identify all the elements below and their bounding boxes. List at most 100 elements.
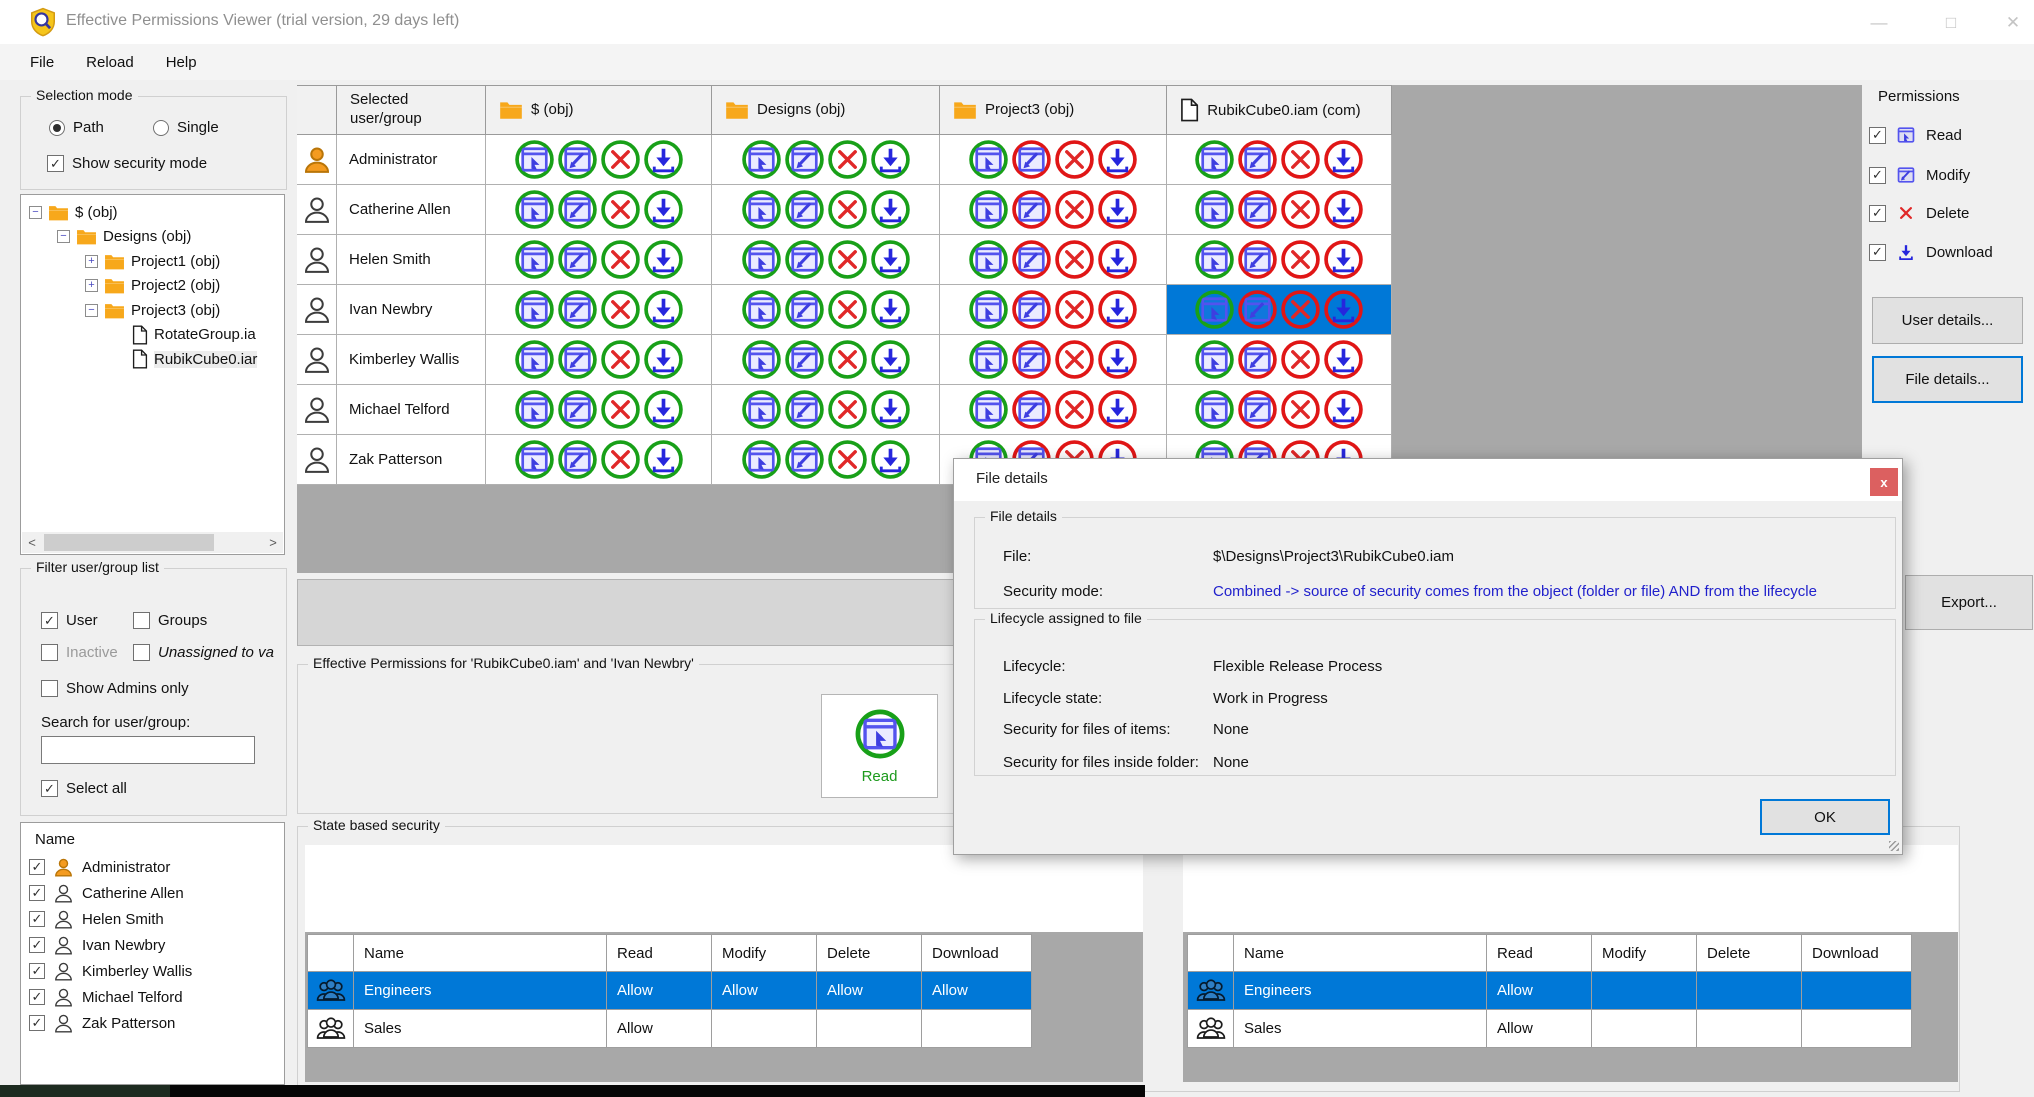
grid-column-header[interactable]: Designs (obj) [712,85,940,135]
grid-permission-cell[interactable] [486,335,712,385]
grid-user-name-cell[interactable]: Michael Telford [337,385,486,435]
table-column-header[interactable]: Download [922,934,1032,972]
tree-item-designs-obj-[interactable]: − Designs (obj) [21,225,284,250]
list-item-zak-patterson[interactable]: Zak Patterson [21,1010,284,1036]
table-column-header[interactable]: Delete [1697,934,1802,972]
grid-permission-cell[interactable] [712,335,940,385]
tree-horizontal-scrollbar[interactable]: < > [22,532,283,553]
search-input[interactable] [41,736,255,764]
dialog-resize-grip[interactable] [1889,841,1899,851]
grid-column-header[interactable]: $ (obj) [486,85,712,135]
expand-icon[interactable]: + [85,279,98,293]
table-row-engineers[interactable]: Engineers Allow Allow Allow Allow [307,972,1032,1010]
radio-single-control[interactable] [153,119,169,136]
user-checkbox[interactable] [29,885,45,901]
grid-permission-cell[interactable] [712,435,940,485]
grid-permission-cell[interactable] [940,285,1167,335]
maximize-icon[interactable]: □ [1928,10,1974,36]
grid-permission-cell[interactable] [940,185,1167,235]
grid-user-name-cell[interactable]: Kimberley Wallis [337,335,486,385]
radio-single[interactable]: Single [153,119,219,136]
table-row-engineers[interactable]: Engineers Allow [1187,972,1912,1010]
scroll-left-icon[interactable]: < [22,532,42,553]
filter-groups-checkbox-control[interactable] [133,612,150,629]
grid-column-header[interactable]: RubikCube0.iam (com) [1167,85,1392,135]
grid-permission-cell[interactable] [486,435,712,485]
menu-item-file[interactable]: File [14,48,70,77]
table-column-header[interactable]: Delete [817,934,922,972]
grid-permission-cell[interactable] [940,335,1167,385]
minimize-icon[interactable]: — [1856,10,1902,36]
permission-filter-modify[interactable]: Modify [1869,162,1970,188]
menu-item-help[interactable]: Help [150,48,213,77]
table-row-sales[interactable]: Sales Allow [307,1010,1032,1048]
filter-user-checkbox[interactable]: User [41,612,98,629]
tree-item-project2-obj-[interactable]: + Project2 (obj) [21,274,284,299]
grid-permission-cell[interactable] [486,235,712,285]
grid-permission-cell[interactable] [940,385,1167,435]
table-column-header[interactable]: Modify [1592,934,1697,972]
grid-permission-cell[interactable] [486,285,712,335]
filter-user-checkbox-control[interactable] [41,612,58,629]
select-all-checkbox-control[interactable] [41,780,58,797]
grid-permission-cell[interactable] [486,385,712,435]
grid-permission-cell[interactable] [712,135,940,185]
list-item-ivan-newbry[interactable]: Ivan Newbry [21,932,284,958]
list-item-kimberley-wallis[interactable]: Kimberley Wallis [21,958,284,984]
grid-user-name-cell[interactable]: Ivan Newbry [337,285,486,335]
filter-groups-checkbox[interactable]: Groups [133,612,207,629]
grid-permission-cell[interactable] [940,235,1167,285]
filter-inactive-checkbox[interactable]: Inactive [41,644,118,661]
grid-user-name-cell[interactable]: Zak Patterson [337,435,486,485]
dialog-close-icon[interactable]: x [1870,468,1898,496]
table-column-header[interactable]: Modify [712,934,817,972]
table-column-header[interactable]: Name [354,934,607,972]
collapse-icon[interactable]: − [29,205,42,219]
dialog-ok-button[interactable]: OK [1760,799,1890,835]
table-column-header[interactable]: Read [1487,934,1592,972]
grid-permission-cell[interactable] [1167,185,1392,235]
table-column-header[interactable]: Name [1234,934,1487,972]
scrollbar-thumb[interactable] [44,534,214,551]
list-item-michael-telford[interactable]: Michael Telford [21,984,284,1010]
grid-permission-cell[interactable] [1167,285,1392,335]
permission-filter-delete[interactable]: Delete [1869,200,1969,226]
user-checkbox[interactable] [29,911,45,927]
grid-column-header[interactable]: Project3 (obj) [940,85,1167,135]
dialog-title-bar[interactable]: File details x [954,459,1902,501]
radio-path-control[interactable] [49,119,65,136]
user-checkbox[interactable] [29,859,45,875]
permission-filter-download[interactable]: Download [1869,239,1993,265]
permission-checkbox[interactable] [1869,166,1886,184]
grid-permission-cell[interactable] [712,235,940,285]
show-security-checkbox-control[interactable] [47,155,64,172]
grid-user-name-cell[interactable]: Catherine Allen [337,185,486,235]
grid-permission-cell[interactable] [712,285,940,335]
permission-checkbox[interactable] [1869,204,1886,222]
collapse-icon[interactable]: − [85,303,98,317]
tree-item-rubikcube0-iar[interactable]: RubikCube0.iar [21,347,284,372]
filter-admins-checkbox[interactable]: Show Admins only [41,680,189,697]
show-security-checkbox[interactable]: Show security mode [47,155,207,172]
user-details-button[interactable]: User details... [1872,297,2023,344]
collapse-icon[interactable]: − [57,230,70,244]
radio-path[interactable]: Path [49,119,104,136]
list-item-helen-smith[interactable]: Helen Smith [21,906,284,932]
filter-inactive-checkbox-control[interactable] [41,644,58,661]
user-checkbox[interactable] [29,989,45,1005]
grid-permission-cell[interactable] [712,385,940,435]
grid-permission-cell[interactable] [940,135,1167,185]
select-all-checkbox[interactable]: Select all [41,780,127,797]
filter-admins-checkbox-control[interactable] [41,680,58,697]
filter-unassigned-checkbox-control[interactable] [133,644,150,661]
table-header-corner[interactable] [307,934,354,972]
grid-permission-cell[interactable] [1167,385,1392,435]
grid-permission-cell[interactable] [486,135,712,185]
table-column-header[interactable]: Read [607,934,712,972]
grid-permission-cell[interactable] [712,185,940,235]
table-row-sales[interactable]: Sales Allow [1187,1010,1912,1048]
permission-checkbox[interactable] [1869,126,1886,144]
user-checkbox[interactable] [29,937,45,953]
user-checkbox[interactable] [29,1015,45,1031]
menu-item-reload[interactable]: Reload [70,48,150,77]
